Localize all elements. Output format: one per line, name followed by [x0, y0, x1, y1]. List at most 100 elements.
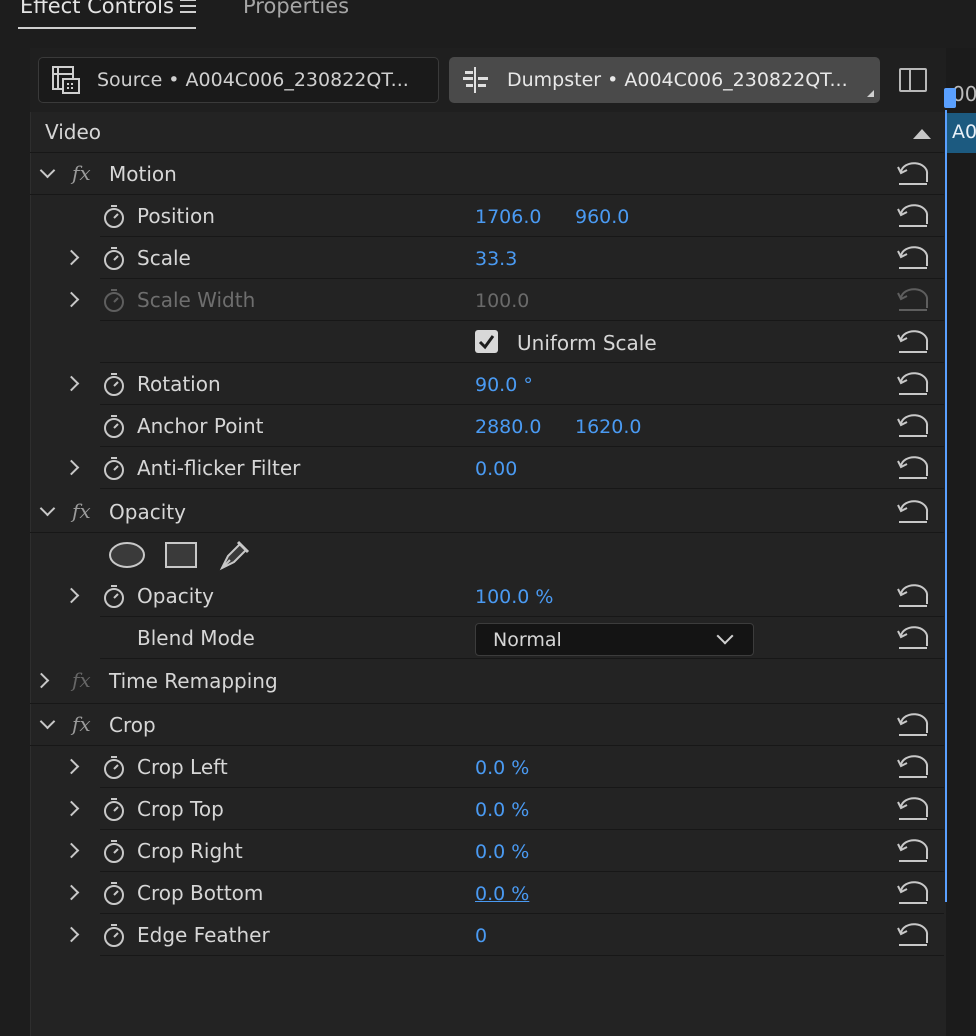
reset-icon[interactable] [897, 839, 929, 863]
chevron-right-icon[interactable] [33, 672, 50, 689]
blend-mode-label: Blend Mode [137, 626, 255, 650]
crop-left-property-row: Crop Left 0.0 % [63, 747, 944, 788]
crop-top-label: Crop Top [137, 797, 224, 821]
anchor-point-y-value[interactable]: 1620.0 [575, 416, 641, 438]
reset-icon[interactable] [897, 204, 929, 228]
fx-icon: fx [72, 668, 91, 692]
opacity-value[interactable]: 100.0 % [475, 586, 554, 608]
reset-icon[interactable] [897, 330, 929, 354]
rotation-label: Rotation [137, 372, 221, 396]
chevron-down-icon[interactable] [39, 713, 56, 730]
tab-effect-controls[interactable]: Effect Controls [20, 0, 174, 18]
sequence-clip-selector[interactable]: Dumpster • A004C006_230822QT... [449, 57, 880, 103]
crop-right-value[interactable]: 0.0 % [475, 841, 529, 863]
collapse-up-icon[interactable] [913, 127, 931, 139]
hamburger-menu-icon[interactable] [180, 0, 196, 13]
motion-effect-header[interactable]: fx Motion [30, 154, 944, 195]
mini-timeline[interactable] [946, 48, 976, 1036]
ellipse-mask-icon[interactable] [108, 541, 146, 569]
blend-mode-dropdown[interactable]: Normal [475, 623, 754, 656]
video-section-header[interactable]: Video [30, 112, 944, 153]
reset-icon[interactable] [897, 923, 929, 947]
reset-icon[interactable] [897, 713, 929, 737]
video-section-label: Video [45, 120, 102, 144]
fx-icon[interactable]: fx [72, 499, 91, 523]
rotation-property-row: Rotation 90.0 ° [63, 364, 944, 405]
uniform-scale-checkbox[interactable] [475, 330, 498, 353]
fx-icon[interactable]: fx [72, 712, 91, 736]
crop-effect-header[interactable]: fx Crop [30, 705, 944, 746]
film-strip-icon [52, 66, 80, 94]
motion-title: Motion [109, 162, 177, 186]
crop-bottom-value[interactable]: 0.0 % [475, 883, 529, 905]
pen-mask-icon[interactable] [218, 538, 252, 572]
playhead-handle[interactable] [944, 88, 956, 108]
stopwatch-icon[interactable] [103, 456, 125, 480]
reset-icon[interactable] [897, 372, 929, 396]
stopwatch-icon[interactable] [103, 839, 125, 863]
position-x-value[interactable]: 1706.0 [475, 206, 541, 228]
stopwatch-icon[interactable] [103, 246, 125, 270]
dropdown-corner-icon [867, 90, 874, 97]
position-y-value[interactable]: 960.0 [575, 206, 629, 228]
source-clip-selector[interactable]: Source • A004C006_230822QT... [38, 57, 439, 103]
fx-icon[interactable]: fx [72, 161, 91, 185]
anchor-point-x-value[interactable]: 2880.0 [475, 416, 541, 438]
anti-flicker-label: Anti-flicker Filter [137, 456, 301, 480]
stopwatch-icon[interactable] [103, 755, 125, 779]
crop-left-value[interactable]: 0.0 % [475, 757, 529, 779]
reset-icon[interactable] [897, 414, 929, 438]
crop-right-property-row: Crop Right 0.0 % [63, 831, 944, 872]
stopwatch-icon[interactable] [103, 584, 125, 608]
uniform-scale-row: Uniform Scale [100, 322, 944, 363]
anchor-point-property-row: Anchor Point 2880.0 1620.0 [100, 406, 944, 447]
reset-icon[interactable] [897, 500, 929, 524]
stopwatch-icon[interactable] [103, 797, 125, 821]
crop-top-value[interactable]: 0.0 % [475, 799, 529, 821]
chevron-down-icon[interactable] [39, 162, 56, 179]
panel-tab-bar: Effect Controls Properties [0, 0, 976, 34]
scale-value[interactable]: 33.3 [475, 248, 517, 270]
reset-icon[interactable] [897, 881, 929, 905]
crop-top-property-row: Crop Top 0.0 % [63, 789, 944, 830]
edge-feather-property-row: Edge Feather 0 [63, 915, 944, 956]
stopwatch-icon[interactable] [103, 372, 125, 396]
anti-flicker-property-row: Anti-flicker Filter 0.00 [63, 448, 944, 489]
crop-title: Crop [109, 713, 156, 737]
playhead-line[interactable] [945, 110, 947, 902]
rotation-value[interactable]: 90.0 ° [475, 374, 533, 396]
chevron-down-icon [716, 627, 734, 645]
scale-property-row: Scale 33.3 [63, 238, 944, 279]
stopwatch-icon[interactable] [103, 881, 125, 905]
reset-icon[interactable] [897, 456, 929, 480]
time-remapping-header[interactable]: fx Time Remapping [30, 660, 944, 704]
opacity-property-row: Opacity 100.0 % [63, 576, 944, 617]
chevron-down-icon[interactable] [39, 500, 56, 517]
anchor-point-label: Anchor Point [137, 414, 264, 438]
blend-mode-row: Blend Mode Normal [100, 618, 944, 659]
scale-label: Scale [137, 246, 191, 270]
opacity-effect-header[interactable]: fx Opacity [30, 492, 944, 533]
stopwatch-icon[interactable] [103, 204, 125, 228]
edge-feather-value[interactable]: 0 [475, 925, 487, 947]
sidebar-toggle-icon[interactable] [899, 68, 927, 92]
reset-icon[interactable] [897, 797, 929, 821]
crop-bottom-label: Crop Bottom [137, 881, 264, 905]
active-tab-underline [18, 27, 196, 29]
stopwatch-icon[interactable] [103, 414, 125, 438]
anti-flicker-value[interactable]: 0.00 [475, 458, 517, 480]
rectangle-mask-icon[interactable] [164, 541, 198, 569]
reset-icon[interactable] [897, 584, 929, 608]
crop-right-label: Crop Right [137, 839, 243, 863]
source-clip-label: Source • A004C006_230822QT... [97, 69, 409, 91]
scale-width-property-row: Scale Width 100.0 [63, 280, 944, 321]
mask-tools-row [100, 534, 944, 575]
timeline-clip[interactable]: A0 [946, 113, 976, 153]
reset-icon[interactable] [897, 755, 929, 779]
stopwatch-icon[interactable] [103, 923, 125, 947]
tab-properties[interactable]: Properties [243, 0, 349, 18]
reset-icon[interactable] [897, 246, 929, 270]
reset-icon[interactable] [897, 626, 929, 650]
scale-width-label: Scale Width [137, 288, 256, 312]
reset-icon[interactable] [897, 162, 929, 186]
